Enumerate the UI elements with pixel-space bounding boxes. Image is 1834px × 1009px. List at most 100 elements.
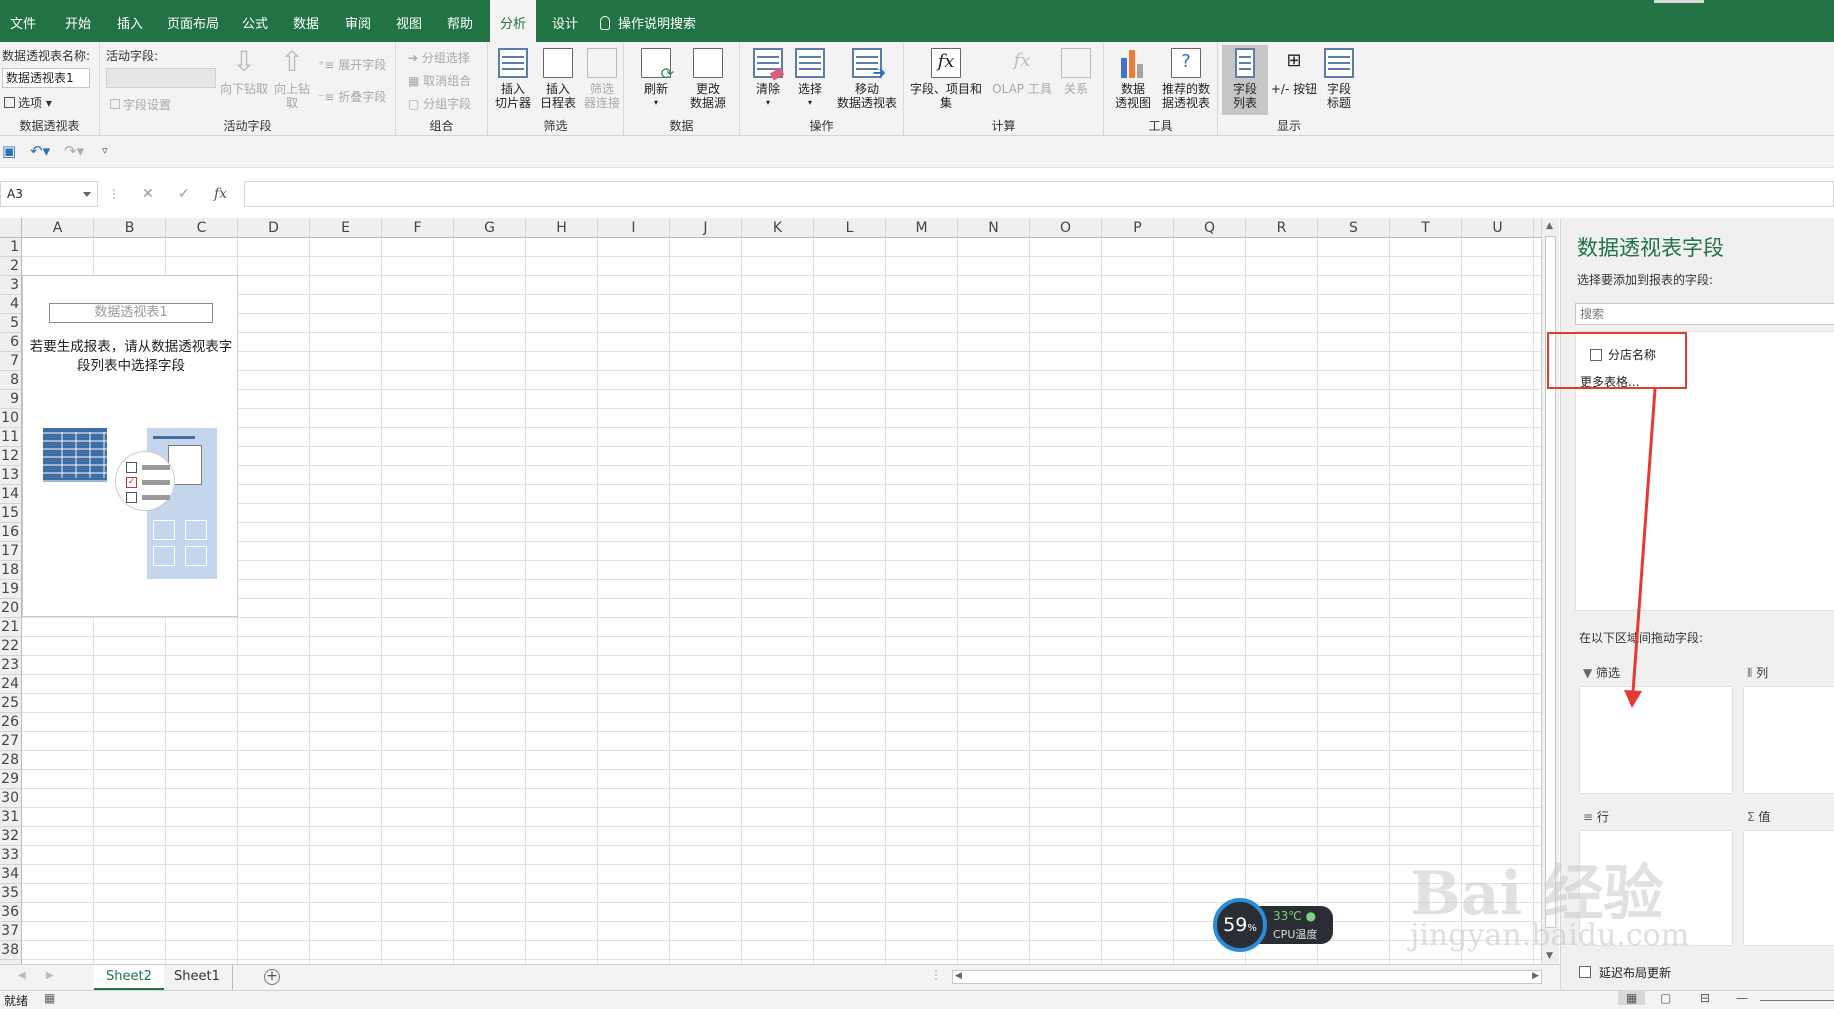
column-header[interactable]: C (166, 218, 238, 238)
row-header[interactable]: 28 (0, 751, 21, 770)
row-header[interactable]: 31 (0, 808, 21, 827)
expand-field-button[interactable]: ⁺≡ 展开字段 (318, 56, 386, 73)
field-search-input[interactable]: 搜索 (1575, 303, 1834, 325)
formula-input[interactable] (244, 181, 1834, 207)
scroll-left-icon[interactable]: ◀ (955, 971, 962, 981)
row-header[interactable]: 25 (0, 694, 21, 713)
row-header[interactable]: 37 (0, 922, 21, 941)
page-layout-view-icon[interactable]: ▢ (1660, 991, 1671, 1005)
normal-view-icon[interactable]: ▦ (1618, 991, 1646, 1005)
insert-timeline-button[interactable]: 插入 日程表 (536, 48, 580, 110)
filters-drop-area[interactable] (1579, 686, 1733, 794)
save-icon[interactable]: ▣ (2, 142, 16, 160)
group-selection-button[interactable]: ➔ 分组选择 (408, 49, 470, 66)
column-header[interactable]: I (598, 218, 670, 238)
pt-name-input[interactable]: 数据透视表1 (2, 68, 90, 88)
row-header[interactable]: 24 (0, 675, 21, 694)
row-header[interactable]: 29 (0, 770, 21, 789)
column-header[interactable]: S (1318, 218, 1390, 238)
row-header[interactable]: 38 (0, 941, 21, 960)
horizontal-scrollbar[interactable]: ◀ ▶ (952, 970, 1542, 984)
name-box[interactable]: A3 (0, 181, 98, 207)
group-field-button[interactable]: ▢ 分组字段 (408, 95, 471, 112)
undo-icon[interactable]: ↶▾ (30, 142, 50, 160)
tab-review[interactable]: 审阅 (345, 0, 371, 42)
row-header[interactable]: 30 (0, 789, 21, 808)
recommended-pivottables-button[interactable]: ? 推荐的数 据透视表 (1156, 48, 1216, 110)
select-all-corner[interactable] (0, 218, 22, 238)
scroll-up-icon[interactable]: ▲ (1546, 221, 1553, 231)
column-header[interactable]: K (742, 218, 814, 238)
tab-design[interactable]: 设计 (552, 0, 578, 42)
field-headers-button[interactable]: 字段 标题 (1320, 48, 1358, 110)
column-header[interactable]: G (454, 218, 526, 238)
row-header[interactable]: 5 (0, 314, 21, 333)
row-header[interactable]: 12 (0, 447, 21, 466)
prev-sheet-icon[interactable]: ◀ (18, 970, 26, 981)
defer-update-checkbox[interactable] (1579, 966, 1591, 978)
row-header[interactable]: 23 (0, 656, 21, 675)
column-header[interactable]: P (1102, 218, 1174, 238)
column-header[interactable]: T (1390, 218, 1462, 238)
column-header[interactable]: J (670, 218, 742, 238)
row-header[interactable]: 35 (0, 884, 21, 903)
zoom-out-icon[interactable]: — (1736, 991, 1748, 1005)
plus-minus-buttons-toggle[interactable]: ⊞ +/- 按钮 (1268, 48, 1320, 96)
olap-tools-button[interactable]: fx OLAP 工具 (990, 48, 1054, 96)
redo-icon[interactable]: ↷▾ (64, 142, 84, 160)
zoom-slider[interactable] (1760, 1000, 1834, 1001)
fields-items-sets-button[interactable]: fx 字段、项目和 集 (908, 48, 984, 110)
tab-file[interactable]: 文件 (10, 0, 36, 42)
pivot-placeholder[interactable]: 数据透视表1 若要生成报表，请从数据透视表字段列表中选择字段 ✓ (22, 275, 238, 617)
options-button[interactable]: 选项 ▾ (4, 94, 52, 111)
row-header[interactable]: 8 (0, 371, 21, 390)
customize-qat-icon[interactable]: ▿ (102, 144, 108, 157)
column-header[interactable]: U (1462, 218, 1534, 238)
tab-analyze[interactable]: 分析 (490, 0, 537, 42)
column-header[interactable]: E (310, 218, 382, 238)
columns-drop-area[interactable] (1743, 686, 1834, 794)
row-header[interactable]: 4 (0, 295, 21, 314)
field-list-button[interactable]: 字段 列表 (1224, 48, 1266, 110)
tab-home[interactable]: 开始 (65, 0, 91, 42)
tell-me-search[interactable]: 操作说明搜索 (600, 0, 696, 42)
macro-record-icon[interactable]: ▦ (44, 991, 55, 1005)
cell-grid[interactable] (22, 238, 1541, 964)
page-break-view-icon[interactable]: ⊟ (1700, 991, 1710, 1005)
row-header[interactable]: 20 (0, 599, 21, 618)
row-header[interactable]: 6 (0, 333, 21, 352)
sheet-tab-sheet1[interactable]: Sheet1 (162, 965, 233, 990)
insert-slicer-button[interactable]: 插入 切片器 (492, 48, 534, 110)
row-header[interactable]: 21 (0, 618, 21, 637)
row-header[interactable]: 9 (0, 390, 21, 409)
pivot-chart-button[interactable]: 数据 透视图 (1110, 48, 1156, 110)
row-header[interactable]: 33 (0, 846, 21, 865)
column-header[interactable]: M (886, 218, 958, 238)
column-header[interactable]: L (814, 218, 886, 238)
column-header[interactable]: R (1246, 218, 1318, 238)
row-header[interactable]: 15 (0, 504, 21, 523)
column-header[interactable]: H (526, 218, 598, 238)
column-header[interactable]: B (94, 218, 166, 238)
filter-connections-button[interactable]: 筛选 器连接 (582, 48, 622, 110)
row-header[interactable]: 32 (0, 827, 21, 846)
clear-button[interactable]: 清除 ▾ (750, 48, 786, 110)
row-header[interactable]: 16 (0, 523, 21, 542)
row-header[interactable]: 3 (0, 276, 21, 295)
drill-down-button[interactable]: ⇩ 向下钻取 (220, 48, 268, 97)
split-handle-icon[interactable]: ⋮ (930, 968, 942, 982)
row-header[interactable]: 1 (0, 238, 21, 257)
field-settings-button[interactable]: 字段设置 (110, 96, 171, 113)
column-header[interactable]: O (1030, 218, 1102, 238)
column-header[interactable]: Q (1174, 218, 1246, 238)
sheet-tab-sheet2[interactable]: Sheet2 (94, 965, 164, 990)
active-field-input[interactable] (106, 68, 216, 88)
next-sheet-icon[interactable]: ▶ (46, 970, 54, 981)
cancel-icon[interactable]: ✕ (142, 186, 154, 202)
collapse-field-button[interactable]: ⁻≡ 折叠字段 (318, 88, 386, 105)
change-source-button[interactable]: 更改 数据源 (680, 48, 736, 110)
select-button[interactable]: 选择 ▾ (792, 48, 828, 110)
row-header[interactable]: 22 (0, 637, 21, 656)
row-header[interactable]: 11 (0, 428, 21, 447)
tab-help[interactable]: 帮助 (447, 0, 473, 42)
